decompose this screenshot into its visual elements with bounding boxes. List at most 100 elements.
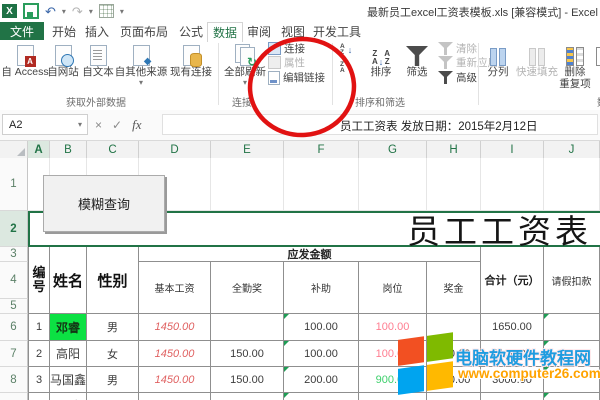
cell[interactable] <box>544 158 600 211</box>
sort-button[interactable]: ZA ↓ AZ 排序 <box>364 42 398 78</box>
cell[interactable] <box>359 158 427 211</box>
sort-descending-button[interactable]: ZA ↓ <box>340 61 352 74</box>
cell-gender[interactable]: 女 <box>87 341 139 367</box>
cell[interactable] <box>284 158 359 211</box>
row-header-4[interactable]: 4 <box>0 262 28 299</box>
name-box-dropdown-icon[interactable]: ▾ <box>78 120 82 129</box>
cell-base[interactable]: 1450.00 <box>139 393 211 400</box>
cell-bonus[interactable] <box>427 314 481 341</box>
refresh-all-dropdown-icon[interactable]: ▾ <box>243 78 247 87</box>
cell-gender[interactable]: 男 <box>87 314 139 341</box>
cell-bonus[interactable]: 300.00 <box>427 393 481 400</box>
data-validation-button[interactable] <box>594 42 600 66</box>
cell-no[interactable]: 4 <box>28 393 50 400</box>
cell-leave[interactable] <box>544 341 600 367</box>
cell-bonus[interactable]: 300.00 <box>427 341 481 367</box>
cell-base[interactable]: 1450.00 <box>139 314 211 341</box>
undo-icon[interactable]: ↶ <box>45 5 56 18</box>
cell-name[interactable]: 马亚阁 <box>50 393 87 400</box>
enter-icon[interactable]: ✓ <box>112 118 122 132</box>
from-text-button[interactable]: 自文本 <box>82 42 114 78</box>
cell-post[interactable]: 100.00 <box>359 314 427 341</box>
name-box[interactable]: A2 ▾ <box>2 114 88 135</box>
row-header-6[interactable]: 6 <box>0 314 28 341</box>
undo-dropdown-icon[interactable]: ▾ <box>62 7 66 16</box>
row-header-7[interactable]: 7 <box>0 341 28 367</box>
row-header-9[interactable]: 9 <box>0 393 28 400</box>
column-header-c[interactable]: C <box>87 141 139 158</box>
cell[interactable] <box>481 158 544 211</box>
header-cell-bonus[interactable]: 奖金 <box>427 262 481 314</box>
cell-gender[interactable]: 男 <box>87 367 139 393</box>
cell-attendance[interactable]: 150.00 <box>211 367 284 393</box>
cell-gender[interactable]: 男 <box>87 393 139 400</box>
existing-connections-button[interactable]: 现有连接 <box>168 42 214 78</box>
cell-attendance[interactable]: 150.00 <box>211 341 284 367</box>
row-header-2[interactable]: 2 <box>0 211 28 247</box>
cell-leave[interactable] <box>544 367 600 393</box>
header-cell-subsidy[interactable]: 补助 <box>284 262 359 314</box>
tab-file[interactable]: 文件 <box>0 22 44 40</box>
fuzzy-query-button[interactable]: 模糊查询 <box>43 175 165 232</box>
cell-subsidy[interactable]: 100.00 <box>284 314 359 341</box>
column-header-a[interactable]: A <box>28 141 50 158</box>
touch-mode-icon[interactable] <box>99 4 114 18</box>
save-icon[interactable] <box>23 3 39 19</box>
cell-base[interactable]: 1450.00 <box>139 367 211 393</box>
cell-attendance[interactable] <box>211 314 284 341</box>
tab-home[interactable]: 开始 <box>48 22 80 40</box>
header-cell-id[interactable]: 编号 <box>28 247 50 314</box>
cell-subsidy[interactable]: 100.00 <box>284 393 359 400</box>
tab-insert[interactable]: 插入 <box>82 22 112 40</box>
cell-total[interactable]: 1650.00 <box>481 314 544 341</box>
row-header-5[interactable]: 5 <box>0 299 28 314</box>
column-header-b[interactable]: B <box>50 141 87 158</box>
cell-total[interactable]: 3000.00 <box>481 367 544 393</box>
cell-name[interactable]: 马国鑫 <box>50 367 87 393</box>
cell-post[interactable]: 900.00 <box>359 367 427 393</box>
cell-post[interactable]: 100.00 <box>359 341 427 367</box>
header-cell-base-salary[interactable]: 基本工资 <box>139 262 211 314</box>
cell-post[interactable]: 700.00 <box>359 393 427 400</box>
tab-formulas[interactable]: 公式 <box>176 22 206 40</box>
column-header-h[interactable]: H <box>427 141 481 158</box>
cell-total[interactable]: 2100.00 <box>481 341 544 367</box>
sort-ascending-button[interactable]: AZ ↓ <box>340 43 352 56</box>
header-cell-name[interactable]: 姓名 <box>50 247 87 314</box>
column-header-d[interactable]: D <box>139 141 211 158</box>
cell-name[interactable]: 高阳 <box>50 341 87 367</box>
from-access-button[interactable]: A 自 Access <box>6 42 44 78</box>
row-header-1[interactable]: 1 <box>0 158 28 211</box>
column-header-j[interactable]: J <box>544 141 600 158</box>
cell-leave[interactable] <box>544 314 600 341</box>
cell-subsidy[interactable]: 200.00 <box>284 367 359 393</box>
tab-review[interactable]: 审阅 <box>244 22 274 40</box>
tab-view[interactable]: 视图 <box>278 22 308 40</box>
from-other-sources-button[interactable]: ◆ 自其他来源 ▾ <box>116 42 166 87</box>
row-header-3[interactable]: 3 <box>0 247 28 262</box>
column-header-g[interactable]: G <box>359 141 427 158</box>
tab-developer[interactable]: 开发工具 <box>312 22 362 40</box>
cell-total[interactable]: 2700.00 <box>481 393 544 400</box>
qat-customize-icon[interactable]: ▾ <box>120 7 124 16</box>
insert-function-icon[interactable]: fx <box>132 117 141 133</box>
filter-button[interactable]: 筛选 <box>400 42 434 78</box>
header-cell-leave-deduction[interactable]: 请假扣款 <box>544 247 600 314</box>
select-all-button[interactable] <box>0 141 28 158</box>
tab-data[interactable]: 数据 <box>207 22 243 42</box>
redo-dropdown-icon[interactable]: ▾ <box>89 7 93 16</box>
text-to-columns-button[interactable]: 分列 <box>482 42 514 78</box>
cell[interactable] <box>427 158 481 211</box>
header-cell-attendance[interactable]: 全勤奖 <box>211 262 284 314</box>
header-cell-payable[interactable]: 应发金额 <box>139 247 481 262</box>
other-sources-dropdown-icon[interactable]: ▾ <box>139 78 143 87</box>
cell-no[interactable]: 1 <box>28 314 50 341</box>
edit-links-button[interactable]: 编辑链接 <box>268 71 325 84</box>
column-header-i[interactable]: I <box>481 141 544 158</box>
header-cell-total[interactable]: 合计（元） <box>481 247 544 314</box>
from-web-button[interactable]: 自网站 <box>46 42 80 78</box>
cell-leave[interactable] <box>544 393 600 400</box>
connections-button[interactable]: 连接 <box>268 42 305 55</box>
cell[interactable] <box>211 158 284 211</box>
cell-name-selected[interactable]: 邓睿 <box>50 314 87 341</box>
